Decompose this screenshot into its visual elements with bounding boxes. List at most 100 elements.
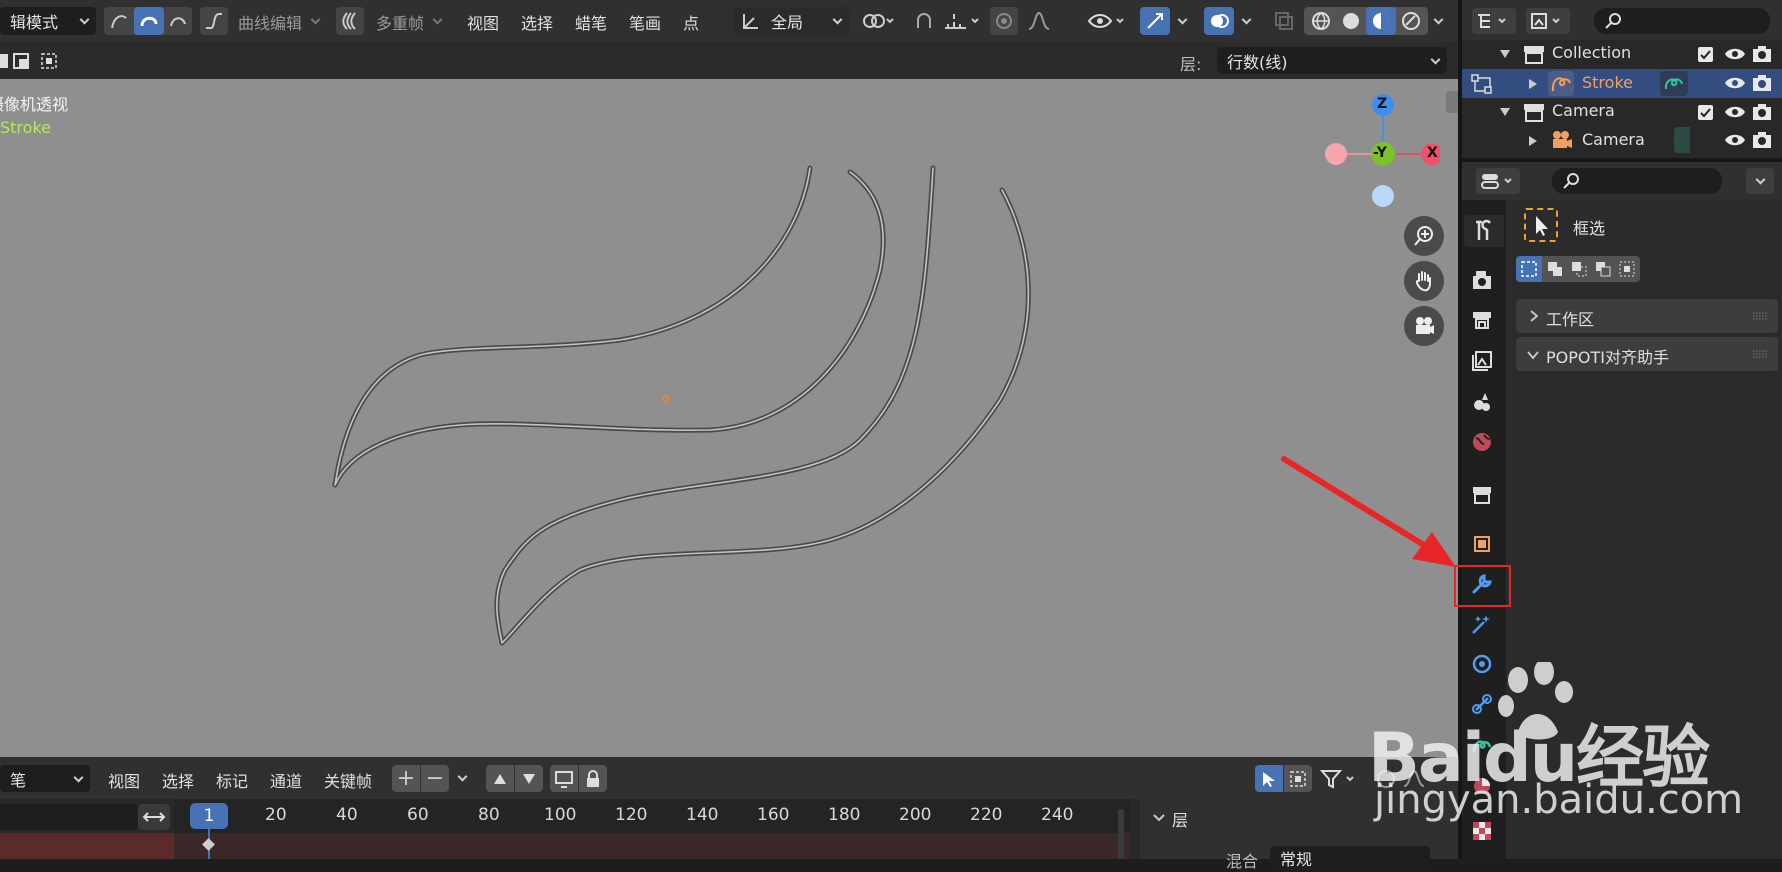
current-frame-indicator[interactable]: 1 [190,803,228,829]
select-mode-icons[interactable] [0,48,76,74]
tab-output[interactable] [1464,304,1500,336]
mode-extend-icon[interactable] [1543,256,1567,282]
select-cursor-icon[interactable] [1255,765,1283,792]
outliner-filter-icon[interactable] [1526,8,1570,34]
overlays-toggle-icon[interactable] [1204,7,1234,35]
draw-curve-icon[interactable] [104,7,134,35]
layer-dropdown[interactable]: 行数(线) [1217,47,1447,74]
outliner-search-input[interactable] [1594,8,1770,34]
timeline-menu-marker[interactable]: 标记 [216,768,248,792]
multiframe-chevron-icon[interactable] [428,10,444,32]
panel-collapse-chevron-icon[interactable] [1152,811,1166,825]
keyframe-chevron-icon[interactable] [452,767,474,789]
expand-arrow-icon[interactable] [1499,48,1511,60]
add-keyframe-icon[interactable]: + [392,765,420,792]
properties-search-input[interactable] [1552,168,1722,194]
drag-handle-icon[interactable] [1752,349,1768,359]
outliner-row-stroke[interactable]: Stroke [1462,69,1782,98]
move-down-icon[interactable] [515,765,543,792]
exclude-checkbox[interactable] [1698,105,1713,120]
exclude-checkbox[interactable] [1698,47,1713,62]
visibility-overlay-icon[interactable] [1085,7,1131,35]
curve-edit-chevron-icon[interactable] [306,10,322,32]
mode-difference-icon[interactable] [1591,256,1615,282]
shading-chevron-icon[interactable] [1428,10,1450,32]
xray-icon[interactable] [1270,7,1298,35]
overlays-chevron-icon[interactable] [1236,10,1258,32]
timeline-mode-dropdown[interactable]: 笔 [0,765,90,792]
only-show-selected-icon[interactable] [550,765,578,792]
select-stroke-icon[interactable] [134,7,164,35]
frame-range-field[interactable] [0,804,138,830]
menu-select[interactable]: 选择 [521,10,553,34]
timeline-scrollbar[interactable] [1118,809,1124,859]
gizmo-chevron-icon[interactable] [1172,10,1194,32]
material-shading-icon[interactable] [1366,7,1396,35]
drag-handle-icon[interactable] [1752,311,1768,321]
frame-range-arrows-icon[interactable] [138,804,170,830]
panel-workspace[interactable]: 工作区 [1516,299,1778,333]
editor-type-icon[interactable] [1476,168,1520,194]
mode-set-icon[interactable] [1516,256,1542,282]
solid-shading-icon[interactable] [1336,7,1366,35]
camera-view-icon[interactable] [1404,306,1444,346]
menu-point[interactable]: 点 [683,10,699,34]
gpencil-data-icon[interactable] [1660,71,1688,96]
multiframe-icon[interactable] [336,7,364,35]
grease-pencil-strokes[interactable] [0,79,1458,757]
tab-object[interactable] [1464,528,1500,560]
render-camera-icon[interactable] [1752,102,1772,122]
snap-icon[interactable] [910,7,938,35]
tab-view-layer[interactable] [1464,345,1500,377]
render-camera-icon[interactable] [1752,130,1772,150]
lock-icon[interactable] [579,765,607,792]
zoom-icon[interactable] [1404,216,1444,256]
active-tool-icon[interactable] [1524,208,1558,242]
collapsed-arrow-icon[interactable] [1528,78,1538,90]
eye-icon[interactable] [1724,74,1746,92]
expand-arrow-icon[interactable] [1499,106,1511,118]
panel-popoti-align[interactable]: POPOTI对齐助手 [1516,337,1778,371]
menu-gpencil[interactable]: 蜡笔 [575,10,607,34]
eye-icon[interactable] [1724,131,1746,149]
sidebar-toggle-tab[interactable] [1446,91,1458,113]
eye-icon[interactable] [1724,103,1746,121]
eye-icon[interactable] [1724,45,1746,63]
curve-edit-icon[interactable] [200,7,228,35]
render-camera-icon[interactable] [1752,44,1772,64]
menu-view[interactable]: 视图 [467,10,499,34]
outliner-display-mode-icon[interactable] [1472,8,1516,34]
render-camera-icon[interactable] [1752,73,1772,93]
timeline-menu-view[interactable]: 视图 [108,768,140,792]
filter-icon[interactable] [1318,765,1362,792]
navigation-gizmo[interactable]: Z X -Y [1320,91,1440,207]
mode-subtract-icon[interactable] [1567,256,1591,282]
tab-scene[interactable] [1464,386,1500,418]
mode-dropdown[interactable]: 辑模式 [0,7,96,35]
timeline-menu-keyframe[interactable]: 关键帧 [324,768,372,792]
tab-visual-effects[interactable] [1464,608,1500,640]
outliner-row-camera-object[interactable]: Camera [1462,127,1782,153]
camera-data-icon[interactable] [1674,127,1690,153]
curve-edit-label[interactable]: 曲线编辑 [238,10,302,34]
tab-collection[interactable] [1464,479,1500,511]
multiframe-label[interactable]: 多重帧 [376,10,424,34]
tab-tool[interactable] [1464,215,1504,247]
outliner-row-collection[interactable]: Collection [1462,40,1782,69]
remove-keyframe-icon[interactable]: − [421,765,449,792]
box-select-icon[interactable] [1284,765,1312,792]
viewport[interactable]: 摄像机透视 Stroke Z [0,79,1458,757]
timeline-layer-panel-title[interactable]: 层 [1172,807,1188,831]
proportional-edit-icon[interactable] [990,7,1018,35]
mode-intersect-icon[interactable] [1615,256,1639,282]
snap-target-icon[interactable] [940,7,984,35]
gizmo-toggle-icon[interactable] [1140,7,1170,35]
pivot-icon[interactable] [858,7,898,35]
select-segment-icon[interactable] [164,7,192,35]
menu-stroke[interactable]: 笔画 [629,10,661,34]
tab-render[interactable] [1464,264,1500,296]
pan-hand-icon[interactable] [1404,261,1444,301]
properties-options-chevron-icon[interactable] [1746,168,1774,194]
falloff-icon[interactable] [1022,7,1062,35]
outliner-row-camera-collection[interactable]: Camera [1462,98,1782,127]
